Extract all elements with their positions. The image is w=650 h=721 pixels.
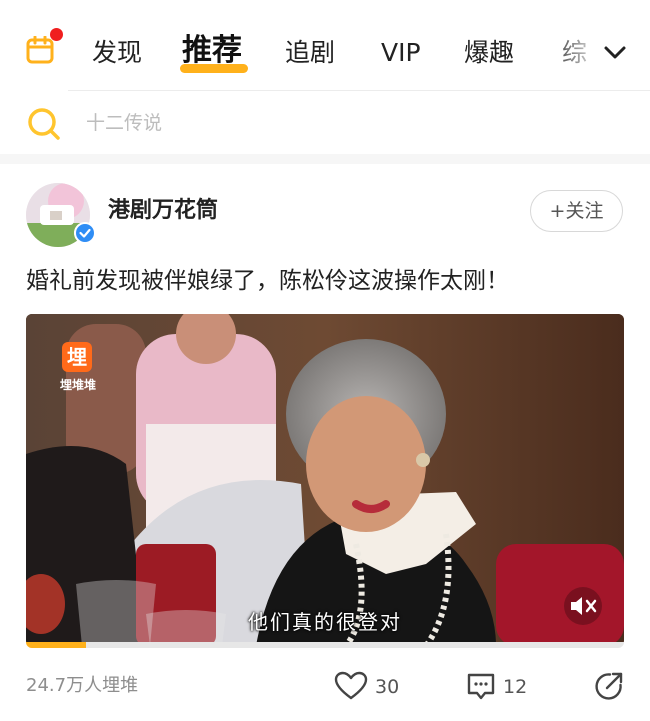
top-nav: 发现 推荐 追剧 VIP 爆趣 综 bbox=[0, 0, 650, 92]
post-title[interactable]: 婚礼前发现被伴娘绿了，陈松伶这波操作太刚！ bbox=[26, 264, 626, 298]
search-input[interactable] bbox=[86, 106, 606, 140]
section-separator bbox=[0, 154, 650, 164]
video-progress[interactable] bbox=[26, 642, 624, 648]
verified-badge-icon bbox=[74, 222, 96, 244]
author-name[interactable]: 港剧万花筒 bbox=[108, 196, 218, 226]
like-count[interactable]: 30 bbox=[375, 674, 399, 700]
watermark-logo: 埋 埋堆堆 bbox=[58, 342, 100, 412]
active-tab-indicator bbox=[180, 64, 248, 73]
calendar-icon[interactable] bbox=[26, 36, 54, 64]
view-count: 24.7万人埋堆 bbox=[26, 675, 139, 696]
video-player[interactable]: 埋 埋堆堆 他们真的很登对 bbox=[26, 314, 624, 646]
share-icon[interactable] bbox=[594, 671, 624, 701]
search-bar bbox=[0, 92, 650, 154]
follow-button[interactable]: +关注 bbox=[530, 190, 623, 232]
search-icon[interactable] bbox=[26, 106, 62, 142]
tab-discover[interactable]: 发现 bbox=[92, 30, 142, 76]
comment-count[interactable]: 12 bbox=[503, 674, 527, 700]
channel-tabs: 发现 推荐 追剧 VIP 爆趣 综 bbox=[92, 30, 602, 76]
video-subtitle: 他们真的很登对 bbox=[248, 610, 402, 634]
tab-fun[interactable]: 爆趣 bbox=[464, 30, 514, 76]
notification-dot bbox=[50, 28, 63, 41]
chevron-down-icon[interactable] bbox=[602, 40, 628, 66]
heart-icon[interactable] bbox=[334, 670, 368, 702]
video-frame bbox=[26, 314, 624, 646]
watermark-logo-mark: 埋 bbox=[62, 342, 92, 372]
tabs-fade bbox=[548, 28, 602, 78]
video-progress-fill bbox=[26, 642, 86, 648]
comment-icon[interactable] bbox=[466, 671, 496, 701]
tab-vip[interactable]: VIP bbox=[381, 30, 421, 76]
nav-divider bbox=[68, 90, 650, 91]
watermark-text: 埋堆堆 bbox=[59, 378, 96, 392]
tab-follow-shows[interactable]: 追剧 bbox=[285, 30, 335, 76]
mute-icon[interactable] bbox=[563, 586, 603, 626]
